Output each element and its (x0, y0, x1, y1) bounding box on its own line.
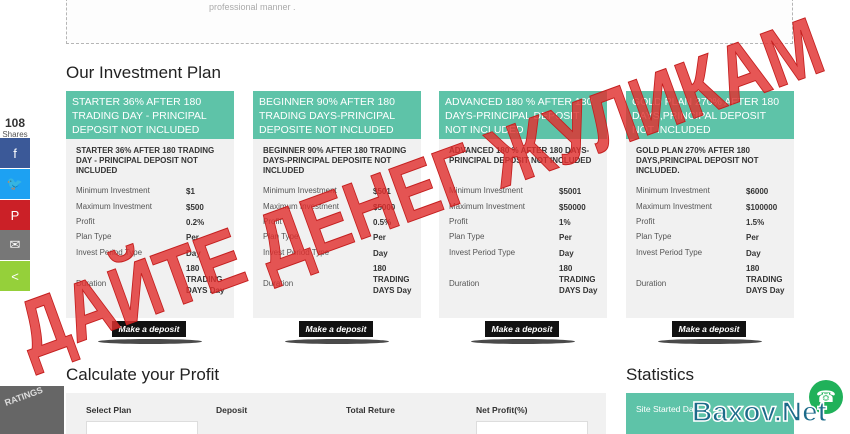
plan-subtitle: ADVANCED 180 % AFTER 180 DAYS-PRINCIPAL … (449, 146, 592, 165)
plan-row-label: Profit (449, 217, 468, 226)
plan-row-value: Day (373, 249, 388, 258)
plan-subtitle: STARTER 36% AFTER 180 TRADING DAY - PRIN… (76, 146, 215, 175)
profit-calculator: Select Plan Deposit Total Reture Net Pro… (66, 393, 606, 434)
plan-row-value: 0.2% (186, 218, 205, 227)
select-plan-input[interactable] (86, 421, 198, 434)
col-select-plan: Select Plan (86, 405, 132, 415)
plan-row-label: Invest Period Type (76, 248, 143, 257)
plan-row-label: Minimum Investment (263, 186, 337, 195)
plan-row-value: 180 TRADING DAYS Day (746, 264, 785, 295)
site-started-label: Site Started Dat (636, 404, 697, 414)
button-shadow (471, 339, 575, 344)
plan-row-value: Per (186, 233, 199, 242)
plan-row-label: Duration (449, 279, 480, 288)
plan-row-value: 1.5% (746, 218, 765, 227)
plan-row-value: Day (186, 249, 201, 258)
plan-row-label: Invest Period Type (449, 248, 516, 257)
col-total-return: Total Reture (346, 405, 395, 415)
plan-row-label: Maximum Investment (76, 202, 153, 211)
pinterest-icon[interactable]: P (0, 200, 30, 230)
plan-row-value: $50000 (559, 203, 586, 212)
make-deposit-button[interactable]: Make a deposit (299, 321, 373, 337)
plan-subtitle: BEGINNER 90% AFTER 180 TRADING DAYS-PRIN… (263, 146, 407, 175)
plan-header: BEGINNER 90% AFTER 180 TRADING DAYS-PRIN… (253, 91, 421, 139)
chat-icon[interactable]: ☎ (809, 380, 843, 414)
plan-row-label: Invest Period Type (636, 248, 703, 257)
plan-card: STARTER 36% AFTER 180 TRADING DAY - PRIN… (66, 91, 234, 318)
plan-row-label: Maximum Investment (636, 202, 713, 211)
plan-row-value: Per (746, 233, 759, 242)
plan-row-value: 180 TRADING DAYS Day (373, 264, 412, 295)
plan-header: STARTER 36% AFTER 180 TRADING DAY - PRIN… (66, 91, 234, 139)
plan-row-label: Maximum Investment (449, 202, 526, 211)
ratings-badge-text: RATINGS (3, 385, 44, 408)
plan-row-label: Duration (636, 279, 667, 288)
plan-card: BEGINNER 90% AFTER 180 TRADING DAYS-PRIN… (253, 91, 421, 318)
plan-row-value: Per (559, 233, 572, 242)
plan-row-value: $100000 (746, 203, 778, 212)
share-count-block: 108 Shares (0, 116, 30, 140)
plan-row-value: 180 TRADING DAYS Day (186, 264, 225, 295)
plan-row-label: Plan Type (76, 232, 112, 241)
top-box-text: professional manner . (209, 2, 296, 12)
make-deposit-button[interactable]: Make a deposit (485, 321, 559, 337)
plan-card: ADVANCED 180 % AFTER 180 DAYS-PRINCIPAL … (439, 91, 607, 318)
calculator-title: Calculate your Profit (66, 365, 220, 384)
make-deposit-button[interactable]: Make a deposit (672, 321, 746, 337)
plan-row-value: $501 (373, 187, 391, 196)
plan-row-label: Duration (263, 279, 294, 288)
twitter-icon[interactable]: 🐦 (0, 169, 30, 199)
plan-row-label: Invest Period Type (263, 248, 330, 257)
plan-row-label: Minimum Investment (449, 186, 523, 195)
plan-row-label: Plan Type (449, 232, 485, 241)
plan-row-value: 180 TRADING DAYS Day (559, 264, 598, 295)
plan-row-label: Duration (76, 279, 107, 288)
plan-row-label: Maximum Investment (263, 202, 340, 211)
facebook-icon[interactable]: f (0, 138, 30, 168)
plan-card: GOLD PLAN 270% AFTER 180 DAYS,PRINCIPAL … (626, 91, 794, 318)
col-deposit: Deposit (216, 405, 248, 415)
share-count: 108 (4, 116, 26, 130)
plan-row-value: $5001 (559, 187, 582, 196)
email-icon[interactable]: ✉ (0, 230, 30, 260)
statistics-title: Statistics (626, 365, 695, 384)
plan-row-label: Profit (76, 217, 95, 226)
plan-row-label: Profit (636, 217, 655, 226)
plan-row-value: $500 (186, 203, 204, 212)
plan-row-value: Day (746, 249, 761, 258)
plan-row-value: 0.5% (373, 218, 392, 227)
plan-row-label: Plan Type (263, 232, 299, 241)
plan-row-label: Minimum Investment (636, 186, 710, 195)
plan-subtitle: GOLD PLAN 270% AFTER 180 DAYS,PRINCIPAL … (636, 146, 759, 175)
top-content-box: professional manner . (66, 0, 793, 44)
ratings-badge: RATINGS (0, 385, 64, 434)
plan-row-value: 1% (559, 218, 571, 227)
net-profit-input[interactable] (476, 421, 588, 434)
button-shadow (658, 339, 762, 344)
sharethis-icon[interactable]: < (0, 261, 30, 291)
button-shadow (285, 339, 389, 344)
investment-plan-title: Our Investment Plan (66, 63, 221, 82)
plan-row-label: Profit (263, 217, 282, 226)
plan-row-label: Minimum Investment (76, 186, 150, 195)
button-shadow (98, 339, 202, 344)
make-deposit-button[interactable]: Make a deposit (112, 321, 186, 337)
plan-row-value: Day (559, 249, 574, 258)
plan-header: GOLD PLAN 270% AFTER 180 DAYS,PRINCIPAL … (626, 91, 794, 139)
plan-row-value: $6000 (746, 187, 769, 196)
plan-row-value: $5000 (373, 203, 396, 212)
col-net-profit: Net Profit(%) (476, 405, 528, 415)
plan-row-label: Plan Type (636, 232, 672, 241)
statistics-panel: Site Started Dat (626, 393, 794, 434)
plan-row-value: Per (373, 233, 386, 242)
plan-header: ADVANCED 180 % AFTER 180 DAYS-PRINCIPAL … (439, 91, 607, 139)
plan-row-value: $1 (186, 187, 195, 196)
